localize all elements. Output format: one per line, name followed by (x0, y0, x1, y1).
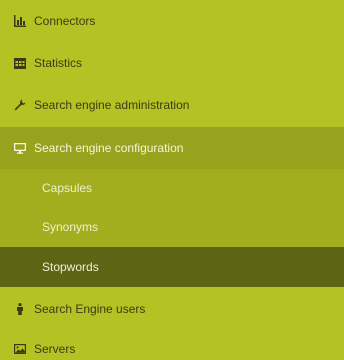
sidebar-item-label: Connectors (34, 14, 96, 28)
bar-chart-icon (14, 15, 26, 27)
submenu-item-label: Capsules (42, 181, 93, 195)
sidebar-nav: Connectors Statistics Search engine admi… (0, 0, 344, 360)
sidebar-item-search-engine-configuration[interactable]: Search engine configuration (0, 127, 344, 169)
submenu-item-capsules[interactable]: Capsules (0, 169, 344, 207)
sidebar-item-statistics[interactable]: Statistics (0, 44, 344, 82)
sidebar-item-search-engine-administration[interactable]: Search engine administration (0, 86, 344, 124)
submenu-item-label: Stopwords (42, 260, 99, 274)
sidebar-item-label: Search engine administration (34, 98, 190, 112)
sidebar-item-label: Search Engine users (34, 302, 146, 316)
sidebar-item-label: Search engine configuration (34, 141, 184, 155)
image-icon (14, 343, 26, 355)
user-icon (14, 303, 26, 315)
sidebar-item-search-engine-users[interactable]: Search Engine users (0, 289, 344, 329)
sidebar-item-servers[interactable]: Servers (0, 330, 344, 360)
sidebar-item-label: Servers (34, 342, 76, 356)
monitor-icon (14, 142, 26, 154)
submenu-item-label: Synonyms (42, 220, 99, 234)
wrench-icon (14, 99, 26, 111)
sidebar-item-label: Statistics (34, 56, 83, 70)
submenu-item-stopwords[interactable]: Stopwords (0, 247, 344, 287)
submenu-item-synonyms[interactable]: Synonyms (0, 207, 344, 247)
table-icon (14, 57, 26, 69)
sidebar-item-connectors[interactable]: Connectors (0, 2, 344, 40)
